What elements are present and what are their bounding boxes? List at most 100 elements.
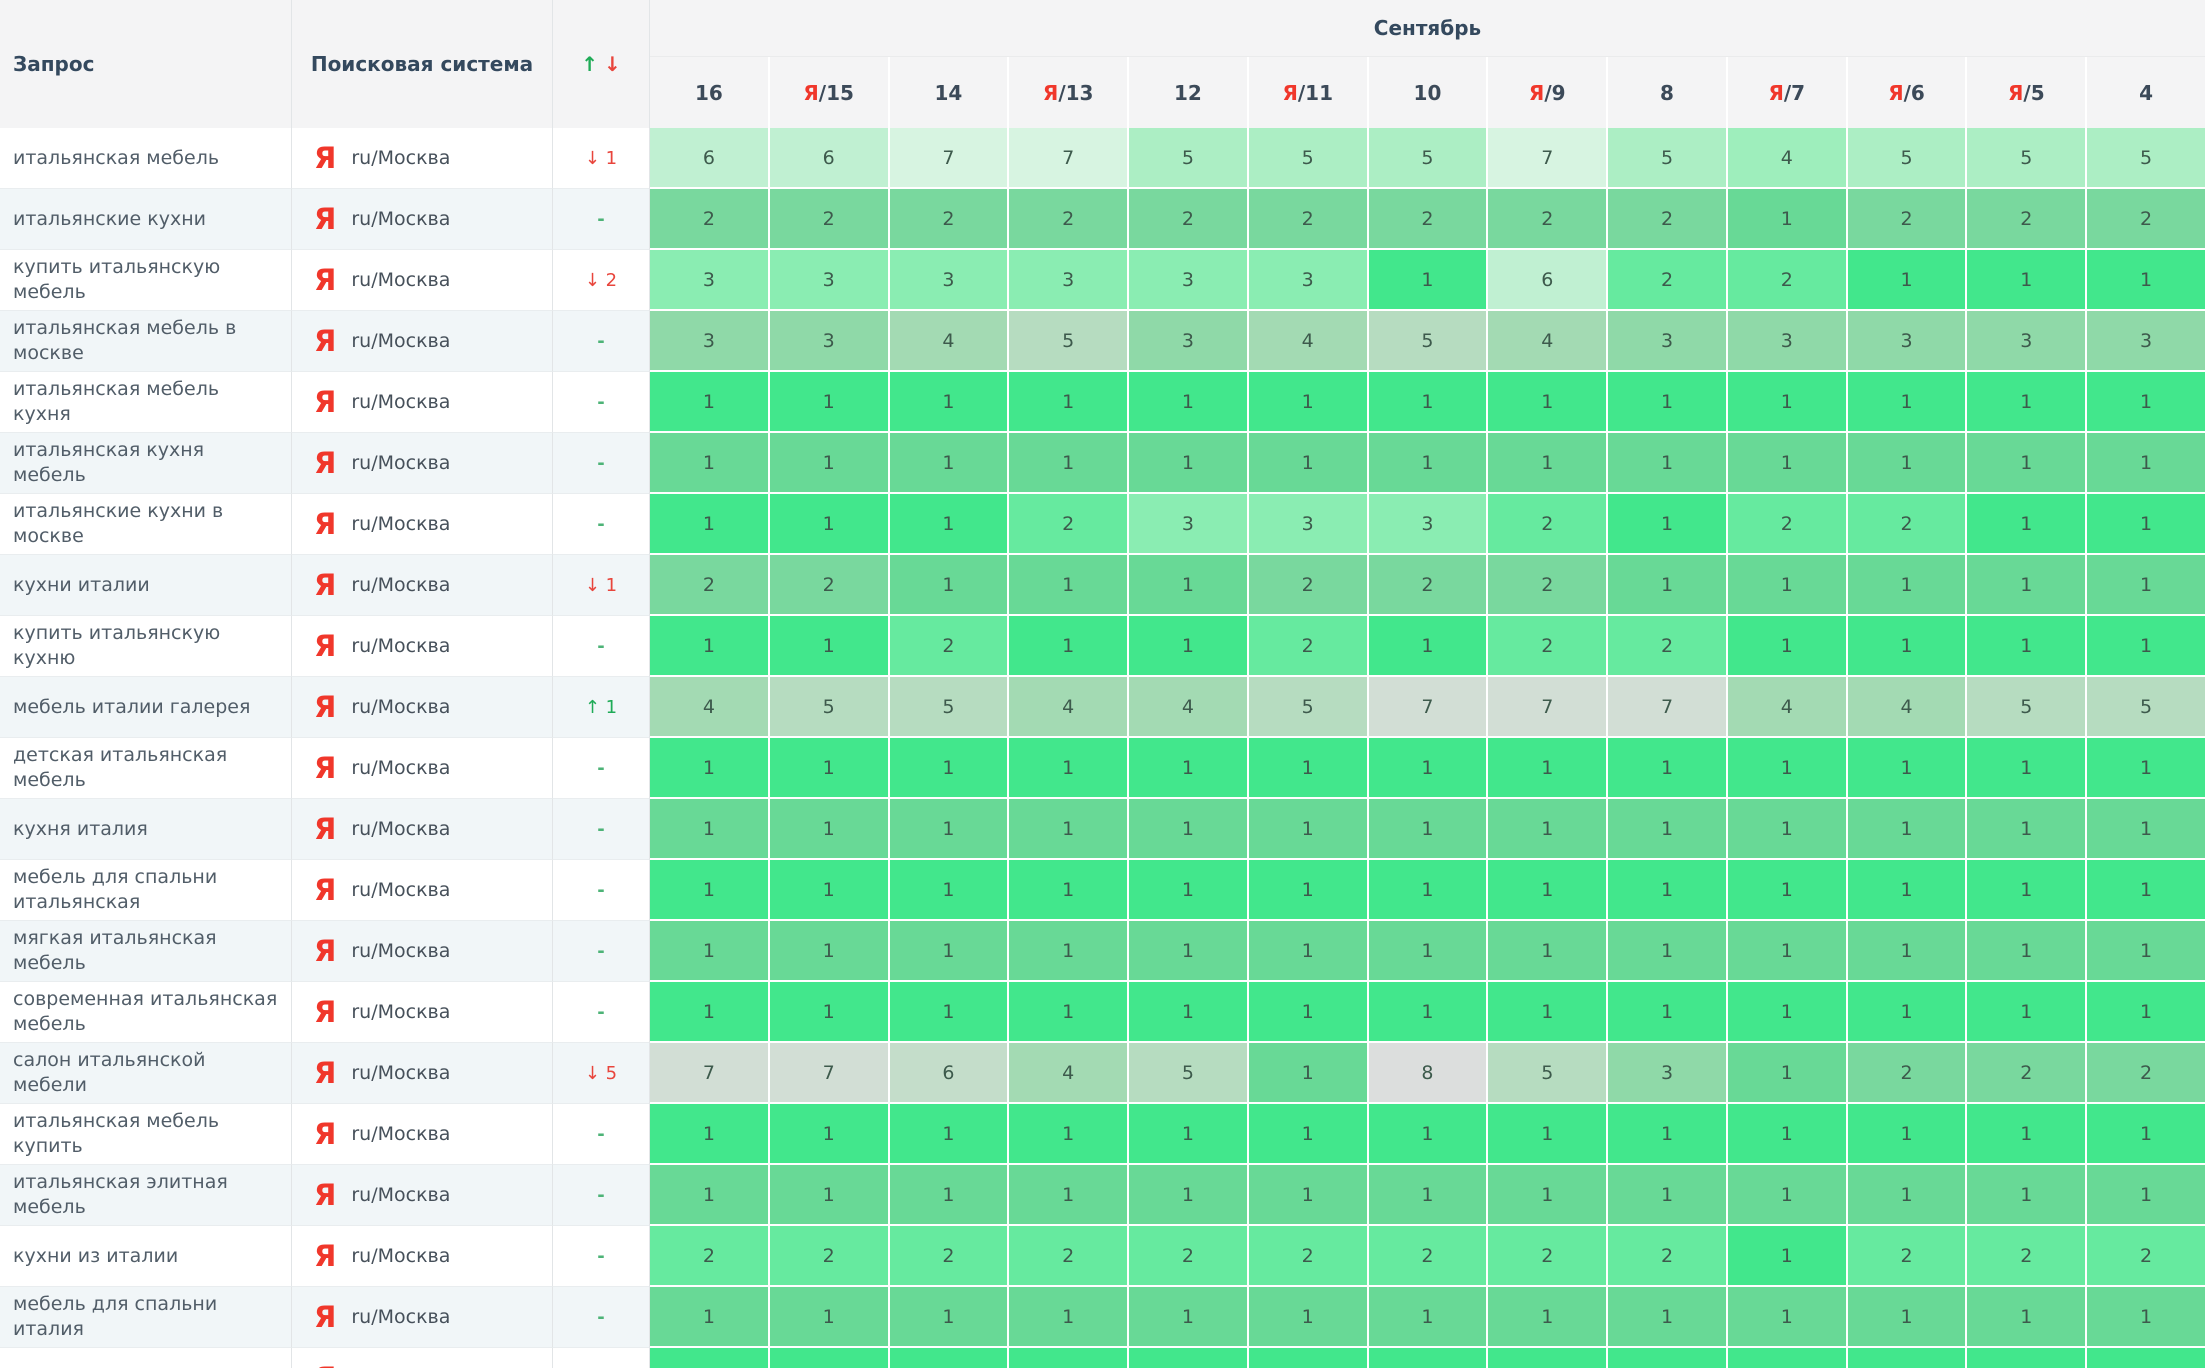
table-row[interactable]: мебель для спальни италияЯru/Москва-1111… xyxy=(0,1287,2205,1348)
date-column-header[interactable]: 8 xyxy=(1608,57,1728,128)
date-column-header[interactable]: 12 xyxy=(1129,57,1249,128)
position-cell: 1 xyxy=(1728,860,1848,921)
table-row[interactable]: итальянская элитная мебельЯru/Москва-111… xyxy=(0,1165,2205,1226)
date-column-header[interactable]: Я/13 xyxy=(1009,57,1129,128)
engine-cell: Яru/Москва xyxy=(292,189,553,250)
table-row[interactable]: итальянские кухни в москвеЯru/Москва-111… xyxy=(0,494,2205,555)
position-cell: 2 xyxy=(1848,494,1968,555)
query-cell[interactable]: кухня италия xyxy=(0,799,292,860)
table-row[interactable]: итальянские кухниЯru/Москва-222222222122… xyxy=(0,189,2205,250)
date-column-header[interactable]: Я/5 xyxy=(1967,57,2087,128)
position-cell: 3 xyxy=(890,250,1010,311)
table-row[interactable]: детская итальянская мебельЯru/Москва-111… xyxy=(0,738,2205,799)
table-row[interactable]: итальянская мебель купитьЯru/Москва-1111… xyxy=(0,1104,2205,1165)
date-column-header[interactable]: Я/11 xyxy=(1249,57,1369,128)
column-header-engine: Поисковая система xyxy=(292,0,553,128)
query-cell[interactable]: итальянская мебель кухня xyxy=(0,372,292,433)
position-cell: 1 xyxy=(1848,1104,1968,1165)
engine-cell: Яru/Москва xyxy=(292,1287,553,1348)
position-cell: 1 xyxy=(1009,738,1129,799)
date-column-header[interactable]: Я/6 xyxy=(1848,57,1968,128)
engine-region-label: ru/Москва xyxy=(351,147,450,169)
query-cell[interactable]: кухни италии xyxy=(0,555,292,616)
date-column-header[interactable]: Я/15 xyxy=(770,57,890,128)
table-row[interactable]: Яru/Москва-1111111111111 xyxy=(0,1348,2205,1368)
query-cell[interactable]: итальянская мебель xyxy=(0,128,292,189)
query-cell[interactable]: итальянская элитная мебель xyxy=(0,1165,292,1226)
query-cell[interactable]: детская итальянская мебель xyxy=(0,738,292,799)
table-row[interactable]: салон итальянской мебелиЯru/Москва↓ 5776… xyxy=(0,1043,2205,1104)
table-row[interactable]: итальянская мебель в москвеЯru/Москва-33… xyxy=(0,311,2205,372)
table-row[interactable]: мягкая итальянская мебельЯru/Москва-1111… xyxy=(0,921,2205,982)
position-cell: 5 xyxy=(1009,311,1129,372)
position-cell: 1 xyxy=(650,921,770,982)
position-cell: 6 xyxy=(770,128,890,189)
query-cell[interactable]: итальянская мебель в москве xyxy=(0,311,292,372)
engine-region-label: ru/Москва xyxy=(351,513,450,535)
position-cell: 1 xyxy=(1848,1348,1968,1368)
position-cell: 2 xyxy=(1728,250,1848,311)
position-cell: 1 xyxy=(2087,433,2205,494)
query-cell[interactable]: итальянская мебель купить xyxy=(0,1104,292,1165)
date-column-header[interactable]: 16 xyxy=(650,57,770,128)
table-row[interactable]: кухня италияЯru/Москва-1111111111111 xyxy=(0,799,2205,860)
query-cell[interactable]: купить итальянскую мебель xyxy=(0,250,292,311)
query-cell[interactable]: мебель для спальни итальянская xyxy=(0,860,292,921)
position-cell: 3 xyxy=(1967,311,2087,372)
position-cell: 1 xyxy=(770,982,890,1043)
table-row[interactable]: купить итальянскую мебельЯru/Москва↓ 233… xyxy=(0,250,2205,311)
table-row[interactable]: итальянская кухня мебельЯru/Москва-11111… xyxy=(0,433,2205,494)
position-cell: 1 xyxy=(1369,738,1489,799)
engine-cell: Яru/Москва xyxy=(292,738,553,799)
column-header-query[interactable]: Запрос xyxy=(0,0,292,128)
table-row[interactable]: купить итальянскую кухнюЯru/Москва-11211… xyxy=(0,616,2205,677)
date-column-header[interactable]: 4 xyxy=(2087,57,2205,128)
position-cell: 1 xyxy=(1249,799,1369,860)
query-cell[interactable]: купить итальянскую кухню xyxy=(0,616,292,677)
table-row[interactable]: кухни италииЯru/Москва↓ 12211122211111 xyxy=(0,555,2205,616)
query-cell[interactable]: итальянская кухня мебель xyxy=(0,433,292,494)
date-column-header[interactable]: Я/9 xyxy=(1488,57,1608,128)
sort-down-icon: ↓ xyxy=(604,52,621,76)
query-cell[interactable]: современная итальянская мебель xyxy=(0,982,292,1043)
position-cell: 1 xyxy=(770,738,890,799)
position-cell: 1 xyxy=(1129,1165,1249,1226)
position-cell: 1 xyxy=(1009,921,1129,982)
position-cell: 2 xyxy=(1488,1226,1608,1287)
query-cell[interactable]: мягкая итальянская мебель xyxy=(0,921,292,982)
table-row[interactable]: кухни из италииЯru/Москва-2222222221222 xyxy=(0,1226,2205,1287)
date-column-header[interactable]: Я/7 xyxy=(1728,57,1848,128)
date-column-header[interactable]: 10 xyxy=(1369,57,1489,128)
yandex-marker: Я xyxy=(1888,81,1903,105)
yandex-icon: Я xyxy=(314,632,336,661)
query-cell[interactable]: салон итальянской мебели xyxy=(0,1043,292,1104)
query-cell[interactable]: мебель для спальни италия xyxy=(0,1287,292,1348)
position-cell: 5 xyxy=(1369,311,1489,372)
query-cell[interactable] xyxy=(0,1348,292,1368)
position-cell: 1 xyxy=(1249,372,1369,433)
table-row[interactable]: итальянская мебельЯru/Москва↓ 1667755575… xyxy=(0,128,2205,189)
table-row[interactable]: современная итальянская мебельЯru/Москва… xyxy=(0,982,2205,1043)
query-cell[interactable]: мебель италии галерея xyxy=(0,677,292,738)
table-row[interactable]: мебель италии галереяЯru/Москва↑ 1455445… xyxy=(0,677,2205,738)
position-cell: 1 xyxy=(1967,250,2087,311)
position-cell: 7 xyxy=(1488,128,1608,189)
position-cell: 1 xyxy=(1009,799,1129,860)
query-cell[interactable]: итальянские кухни в москве xyxy=(0,494,292,555)
position-cell: 2 xyxy=(2087,189,2205,250)
table-row[interactable]: мебель для спальни итальянскаяЯru/Москва… xyxy=(0,860,2205,921)
column-header-change-sort[interactable]: ↑ ↓ xyxy=(553,0,650,128)
position-cell: 1 xyxy=(1249,1287,1369,1348)
change-cell: - xyxy=(553,982,650,1043)
query-cell[interactable]: итальянские кухни xyxy=(0,189,292,250)
query-cell[interactable]: кухни из италии xyxy=(0,1226,292,1287)
date-column-header[interactable]: 14 xyxy=(890,57,1010,128)
position-cell: 1 xyxy=(1848,921,1968,982)
position-cell: 1 xyxy=(1369,1104,1489,1165)
position-cell: 2 xyxy=(1848,189,1968,250)
position-cell: 1 xyxy=(890,1287,1010,1348)
position-cell: 2 xyxy=(1249,555,1369,616)
yandex-icon: Я xyxy=(314,205,336,234)
table-row[interactable]: итальянская мебель кухняЯru/Москва-11111… xyxy=(0,372,2205,433)
position-cell: 5 xyxy=(1848,128,1968,189)
